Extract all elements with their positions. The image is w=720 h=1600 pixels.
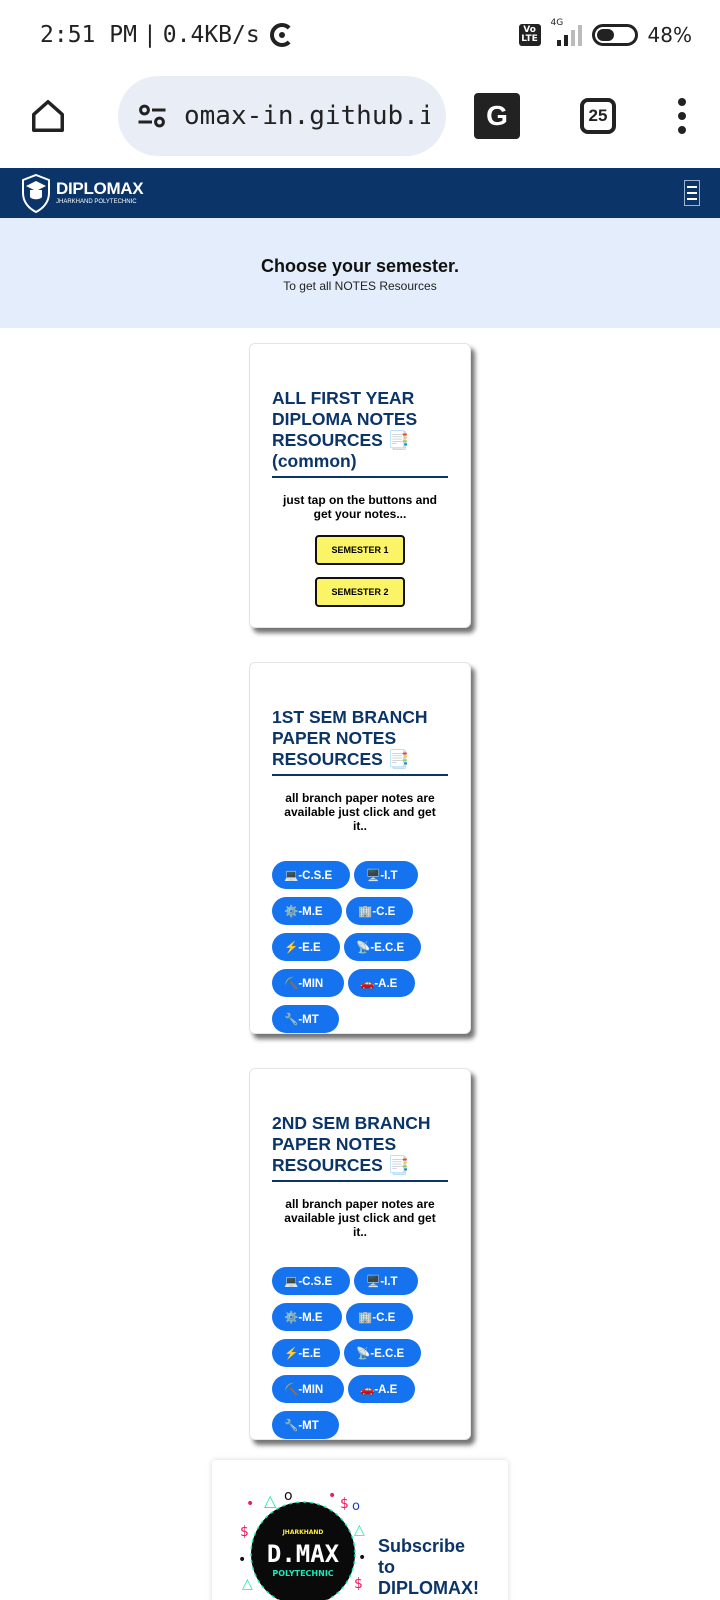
svg-text:△: △ [242,1576,253,1592]
translate-button[interactable]: G [474,93,520,139]
branch-button-ece[interactable]: 📡-E.C.E [344,1339,421,1367]
signal-icon: 4G [551,18,582,46]
status-speed: 0.4KB/s [162,22,260,48]
status-right: Vo LTE 4G 48% [518,18,692,47]
dot-icon [678,112,686,120]
data-saver-icon [269,23,294,47]
branch-button-cse[interactable]: 💻-C.S.E [272,861,350,889]
subscribe-title: Subscribe to DIPLOMAX! [378,1536,482,1600]
brand[interactable]: DIPLOMAX JHARKHAND POLYTECHNIC [56,179,144,206]
branch-button-ee[interactable]: ⚡-E.E [272,933,340,961]
brand-subtitle: JHARKHAND POLYTECHNIC [56,199,137,205]
home-icon [32,100,64,132]
menu-line-icon [687,192,697,194]
branch-button-group: 💻-C.S.E 🖥️-I.T ⚙️-M.E 🏢-C.E ⚡-E.E 📡-E.C.… [272,861,448,1033]
branch-button-ae[interactable]: 🚗-A.E [348,1375,415,1403]
menu-line-icon [687,198,697,200]
svg-text:•: • [328,1488,336,1504]
card-title: 2ND SEM BRANCH PAPER NOTES RESOURCES 📑 [272,1113,448,1182]
branch-button-ce[interactable]: 🏢-C.E [346,1303,413,1331]
battery-percent: 48% [647,23,692,47]
svg-text:o: o [352,1499,360,1514]
card-description: all branch paper notes are available jus… [284,1197,436,1239]
branch-button-me[interactable]: ⚙️-M.E [272,897,342,925]
site-navbar: DIPLOMAX JHARKHAND POLYTECHNIC [0,168,720,218]
status-bar: 2:51 PM | 0.4KB/s Vo LTE 4G 48% [0,0,720,70]
svg-text:△: △ [354,1522,365,1538]
battery-fill [596,29,614,41]
volte-icon: Vo LTE [518,24,541,46]
dmax-logo-icon[interactable]: • △ o • $ o $ △ • • △ $ JHARKHAND D.MAX … [238,1484,368,1600]
status-left: 2:51 PM | 0.4KB/s [40,22,294,48]
svg-text:o: o [284,1488,293,1504]
browser-toolbar: omax-in.github.io G 25 [0,70,720,162]
status-time: 2:51 PM [40,22,137,48]
branch-button-cse[interactable]: 💻-C.S.E [272,1267,350,1295]
svg-text:•: • [238,1552,246,1568]
branch-button-min[interactable]: ⛏️-MIN [272,1375,344,1403]
hamburger-menu-button[interactable] [684,180,700,206]
svg-text:$: $ [240,1524,249,1540]
semester-2-button[interactable]: SEMESTER 2 [315,577,405,607]
card-description: just tap on the buttons and get your not… [283,493,437,521]
first-sem-branch-card: 1ST SEM BRANCH PAPER NOTES RESOURCES 📑 a… [249,662,471,1034]
menu-line-icon [687,186,697,188]
hero-subtitle: To get all NOTES Resources [283,279,437,293]
branch-button-it[interactable]: 🖥️-I.T [354,861,418,889]
translate-icon: G [486,100,508,131]
branch-button-mt[interactable]: 🔧-MT [272,1005,339,1033]
branch-button-it[interactable]: 🖥️-I.T [354,1267,418,1295]
second-sem-branch-card: 2ND SEM BRANCH PAPER NOTES RESOURCES 📑 a… [249,1068,471,1440]
logo-main-text: D.MAX [267,1540,340,1568]
branch-button-ae[interactable]: 🚗-A.E [348,969,415,997]
address-bar[interactable]: omax-in.github.io [118,76,446,156]
logo-bottom-text: POLYTECHNIC [272,1569,333,1578]
semester-1-button[interactable]: SEMESTER 1 [315,535,405,565]
branch-button-group: 💻-C.S.E 🖥️-I.T ⚙️-M.E 🏢-C.E ⚡-E.E 📡-E.C.… [272,1267,448,1439]
svg-text:$: $ [354,1576,363,1592]
svg-text:$: $ [340,1496,349,1512]
site-settings-icon[interactable] [134,98,170,134]
card-description: all branch paper notes are available jus… [284,791,436,833]
url-text[interactable]: omax-in.github.io [184,101,430,131]
svg-text:△: △ [264,1491,277,1510]
network-type: 4G [550,18,564,28]
card-title: ALL FIRST YEAR DIPLOMA NOTES RESOURCES 📑… [272,388,448,478]
first-year-card: ALL FIRST YEAR DIPLOMA NOTES RESOURCES 📑… [249,343,471,628]
subscribe-card: • △ o • $ o $ △ • • △ $ JHARKHAND D.MAX … [212,1460,508,1600]
home-button[interactable] [24,92,72,140]
dot-icon [678,98,686,106]
status-divider: | [142,22,157,48]
branch-button-ce[interactable]: 🏢-C.E [346,897,413,925]
branch-button-me[interactable]: ⚙️-M.E [272,1303,342,1331]
brand-logo-icon[interactable] [20,171,52,215]
more-menu-button[interactable] [678,98,686,134]
dot-icon [678,126,686,134]
tab-count: 25 [588,106,608,125]
hero-banner: Choose your semester. To get all NOTES R… [0,218,720,328]
hero-title: Choose your semester. [260,256,460,276]
logo-top-text: JHARKHAND [282,1529,324,1536]
svg-text:•: • [358,1550,366,1566]
branch-button-mt[interactable]: 🔧-MT [272,1411,339,1439]
branch-button-ee[interactable]: ⚡-E.E [272,1339,340,1367]
brand-name: DIPLOMAX [56,179,144,198]
branch-button-ece[interactable]: 📡-E.C.E [344,933,421,961]
card-title: 1ST SEM BRANCH PAPER NOTES RESOURCES 📑 [272,707,448,776]
svg-text:•: • [246,1496,254,1512]
tab-switcher-button[interactable]: 25 [580,98,616,134]
battery-icon [591,24,638,46]
branch-button-min[interactable]: ⛏️-MIN [272,969,344,997]
